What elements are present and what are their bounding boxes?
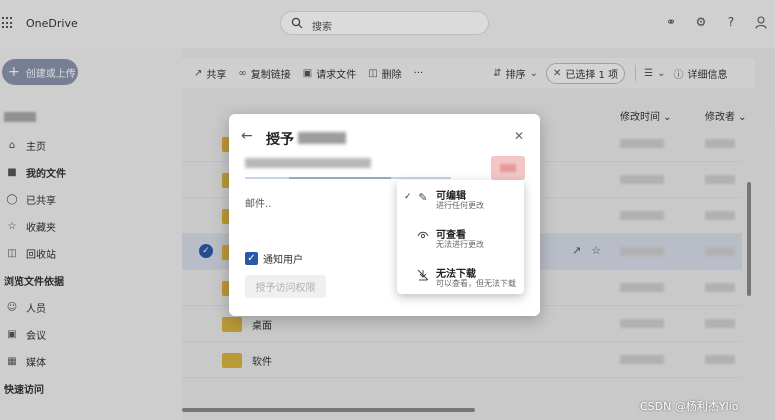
permission-menu: ✓ ✎ 可编辑 进行任何更改 可查看 无法进行更改 无法下载 可以查看，但无法下… — [397, 180, 524, 294]
checkbox-checked-icon: ✓ — [245, 252, 258, 265]
menu-item-subtitle: 进行任何更改 — [436, 201, 484, 210]
menu-item-cannot-download[interactable]: 无法下载 可以查看，但无法下载 — [397, 258, 524, 294]
menu-item-can-view[interactable]: 可查看 无法进行更改 — [397, 219, 524, 255]
menu-item-subtitle: 无法进行更改 — [436, 240, 484, 249]
notify-users-checkbox[interactable]: ✓ 通知用户 — [245, 251, 303, 266]
permission-dropdown-button[interactable] — [491, 156, 525, 180]
eye-icon — [417, 230, 429, 243]
menu-item-subtitle: 可以查看，但无法下载 — [436, 279, 516, 288]
message-input[interactable]: 邮件.. — [245, 195, 271, 210]
pencil-icon: ✎ — [418, 191, 428, 204]
recipient-email-redacted — [245, 158, 371, 168]
dialog-title: 授予 — [266, 132, 294, 148]
back-arrow-icon[interactable]: ← — [241, 128, 253, 144]
notify-users-label: 通知用户 — [263, 255, 303, 266]
permission-icon-redacted — [500, 164, 516, 172]
grant-access-button[interactable]: 授予访问权限 — [245, 275, 326, 298]
recipient-name-redacted — [298, 132, 346, 144]
watermark: CSDN @杨利杰Ylio — [640, 400, 739, 413]
email-input-underline-focus — [289, 177, 391, 179]
checkmark-icon: ✓ — [404, 192, 412, 202]
no-download-icon — [417, 269, 429, 284]
close-icon[interactable]: ✕ — [514, 129, 524, 143]
menu-item-can-edit[interactable]: ✓ ✎ 可编辑 进行任何更改 — [397, 180, 524, 216]
